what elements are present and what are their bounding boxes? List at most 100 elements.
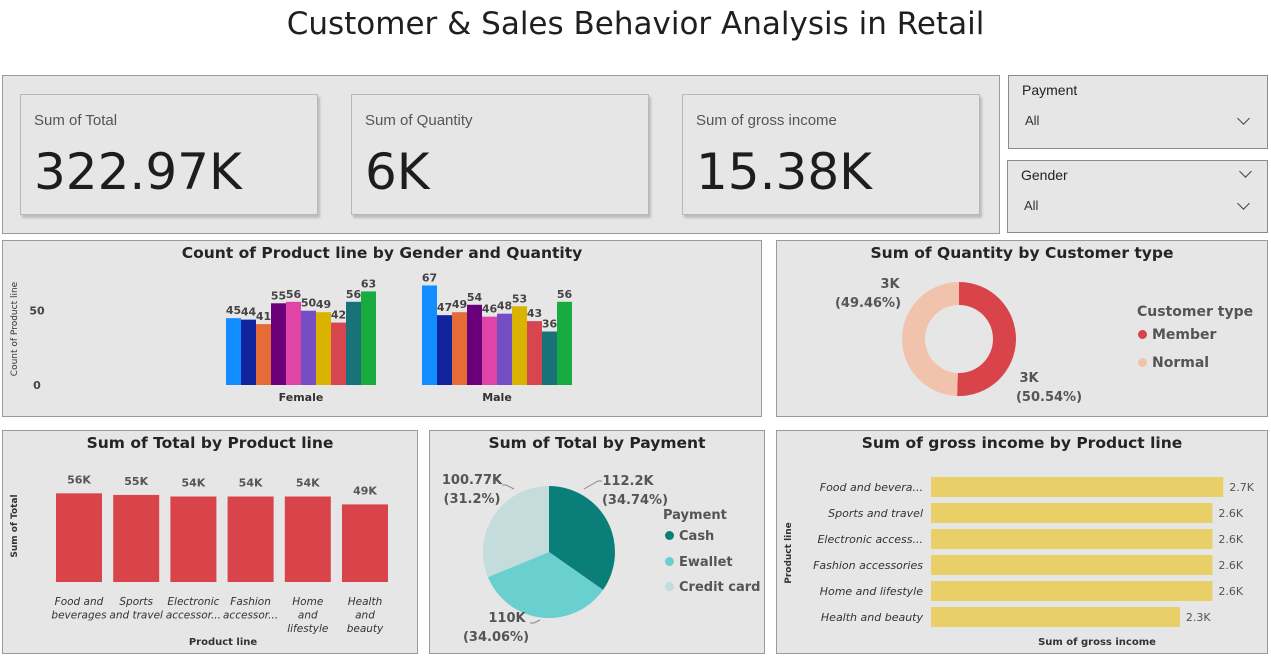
data-label: 54K (239, 477, 263, 490)
legend-item-ewallet[interactable]: Ewallet (665, 555, 733, 570)
data-label: (31.2%) (444, 492, 501, 507)
x-tick-label: lifestyle (287, 623, 328, 635)
gross-income-plot: Product line Food and bevera... 2.7K Sports… (784, 477, 1255, 648)
data-label: 42 (331, 309, 346, 322)
data-label: 3K (880, 277, 900, 292)
chevron-down-icon[interactable] (1237, 112, 1250, 125)
x-tick-label: and travel (109, 610, 163, 622)
data-label: 53 (512, 292, 527, 305)
kpi-card-quantity[interactable]: Sum of Quantity 6K (351, 94, 649, 215)
bar (56, 493, 102, 582)
kpi-label: Sum of Total (34, 112, 118, 129)
data-label: 56 (346, 288, 362, 301)
legend-dot (665, 557, 674, 566)
data-label: 55K (124, 475, 148, 488)
data-label: 54 (467, 291, 483, 304)
data-label: 36 (542, 318, 558, 331)
data-label: 2.6K (1218, 533, 1243, 546)
legend-item-normal[interactable]: Normal (1138, 355, 1209, 371)
bar (361, 291, 376, 385)
data-label: (50.54%) (1016, 390, 1082, 405)
legend-label: Ewallet (679, 555, 733, 570)
legend-label: Credit card (679, 580, 761, 595)
data-label: 2.7K (1229, 481, 1254, 494)
y-tick-label: Food and bevera... (820, 481, 923, 494)
bar (286, 301, 301, 385)
x-tick-label: beverages (51, 610, 107, 622)
legend-label: Member (1152, 327, 1217, 343)
data-label: 67 (422, 271, 437, 284)
customer-type-chart[interactable]: Sum of Quantity by Customer type 3K (50.5… (776, 240, 1268, 417)
chevron-down-icon[interactable] (1239, 165, 1252, 178)
y-tick-label: 50 (29, 305, 45, 318)
gender-slicer[interactable]: Gender All (1007, 160, 1268, 233)
data-label: 54K (181, 477, 205, 490)
data-label: 45 (226, 304, 241, 317)
bar (931, 529, 1213, 549)
x-tick-label: Male (482, 391, 512, 404)
x-tick-label: Food and (55, 596, 104, 608)
data-label: (34.06%) (463, 630, 529, 645)
bar (542, 331, 557, 385)
data-label: 56 (557, 288, 573, 301)
legend-item-member[interactable]: Member (1138, 327, 1216, 343)
total-by-product-line-chart[interactable]: Sum of Total by Product line Sum of Tota… (2, 430, 418, 654)
data-label: 49 (316, 298, 331, 311)
x-tick-label: Health (348, 596, 382, 608)
data-label: 2.6K (1218, 507, 1243, 520)
legend-title: Customer type (1137, 304, 1254, 320)
bar (226, 318, 241, 385)
x-tick-label: Female (279, 391, 324, 404)
x-tick-label: Sports (119, 596, 153, 608)
legend-item-cash[interactable]: Cash (665, 529, 714, 544)
bar (557, 301, 572, 385)
product-line-gender-chart[interactable]: Count of Product line by Gender and Quan… (2, 240, 762, 417)
bar (241, 319, 256, 385)
product-line-gender-plot: Count of Product line050 45 44 4155 5650 4942… (10, 271, 573, 404)
bar (931, 555, 1213, 575)
data-label: (34.74%) (602, 493, 668, 508)
bar (422, 285, 437, 385)
kpi-panel: Sum of Total 322.97K Sum of Quantity 6K … (2, 75, 1000, 234)
data-label: 49K (353, 484, 377, 497)
kpi-card-gross-income[interactable]: Sum of gross income 15.38K (682, 94, 980, 215)
payment-slicer-title: Payment (1022, 82, 1078, 98)
bar (512, 306, 527, 385)
chevron-down-icon[interactable] (1237, 197, 1250, 210)
bar (467, 304, 482, 385)
bar (931, 503, 1213, 523)
bar (316, 312, 331, 385)
bar (931, 607, 1180, 627)
bar (527, 321, 542, 385)
dashboard-title: Customer & Sales Behavior Analysis in Re… (286, 6, 985, 42)
data-label: 43 (527, 307, 542, 320)
bar (931, 581, 1213, 601)
data-label: 56 (286, 288, 302, 301)
x-tick-label: beauty (347, 623, 384, 635)
payment-slicer-value[interactable]: All (1025, 113, 1039, 128)
bar (482, 316, 497, 385)
total-by-payment-chart[interactable]: Sum of Total by Payment 112.2K (34.74%) 10… (429, 430, 765, 654)
gender-slicer-value[interactable]: All (1024, 198, 1038, 213)
data-label: 112.2K (602, 474, 654, 489)
x-tick-label: Fashion (230, 596, 271, 608)
legend-title: Payment (663, 508, 727, 523)
data-label: 50 (301, 297, 317, 310)
gross-income-by-product-line-chart[interactable]: Sum of gross income by Product line Prod… (776, 430, 1268, 654)
payment-slicer[interactable]: Payment All (1008, 75, 1268, 149)
x-tick-label: Electronic (167, 596, 219, 608)
kpi-card-total[interactable]: Sum of Total 322.97K (20, 94, 318, 215)
data-label: 46 (482, 303, 498, 316)
bar (342, 504, 388, 582)
bar (331, 322, 346, 385)
data-label: 2.6K (1218, 585, 1243, 598)
x-tick-label: and (355, 610, 375, 622)
y-tick-label: Home and lifestyle (820, 585, 924, 598)
data-label: 49 (452, 298, 467, 311)
leader-line (502, 484, 515, 490)
legend-item-credit-card[interactable]: Credit card (665, 580, 760, 595)
kpi-value: 322.97K (34, 143, 242, 201)
bar (931, 477, 1224, 497)
kpi-value: 15.38K (696, 143, 872, 201)
legend-dot (665, 531, 674, 540)
